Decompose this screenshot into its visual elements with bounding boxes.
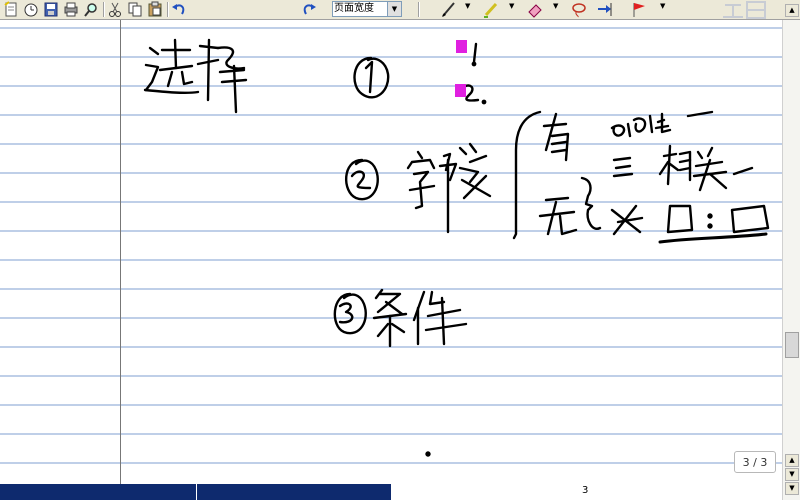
circled-number-3 bbox=[333, 292, 367, 335]
stray-dot bbox=[425, 451, 431, 457]
paste-icon[interactable] bbox=[146, 1, 164, 18]
scroll-up-icon[interactable]: ▲ bbox=[785, 454, 799, 467]
zoom-select-value: 页面宽度 bbox=[334, 3, 374, 14]
flag-icon[interactable] bbox=[630, 1, 648, 18]
timer-icon[interactable] bbox=[22, 1, 40, 18]
note-page[interactable] bbox=[0, 20, 782, 484]
toolbar-separator bbox=[103, 2, 105, 17]
cut-icon[interactable] bbox=[106, 1, 124, 18]
eraser-dropdown-icon[interactable]: ▼ bbox=[553, 3, 558, 10]
equal-sign bbox=[612, 156, 634, 178]
find-icon[interactable] bbox=[82, 1, 100, 18]
highlighter-icon[interactable] bbox=[482, 1, 500, 18]
handwriting-layer bbox=[143, 38, 770, 457]
box-pair bbox=[658, 204, 770, 244]
taskbar-left bbox=[0, 484, 196, 500]
page-counter: 3 / 3 bbox=[734, 451, 776, 473]
copy-icon[interactable] bbox=[126, 1, 144, 18]
list-dot-1 bbox=[471, 61, 477, 67]
new-note-icon[interactable] bbox=[2, 1, 20, 18]
scroll-up-icon[interactable]: ▲ bbox=[785, 4, 799, 17]
page-number: 3 bbox=[582, 485, 589, 496]
handwriting-tiaojian bbox=[372, 288, 468, 348]
crossed-mark bbox=[610, 204, 644, 236]
bullet-square-2 bbox=[455, 84, 466, 97]
pen-dropdown-icon[interactable]: ▼ bbox=[465, 3, 470, 10]
zoom-select[interactable]: 页面宽度 ▼ bbox=[332, 1, 402, 17]
scroll-thumb[interactable] bbox=[785, 332, 799, 358]
brace-left bbox=[512, 110, 542, 240]
page-down-icon[interactable]: ▼ bbox=[785, 482, 799, 495]
undo-icon[interactable] bbox=[170, 1, 188, 18]
redo-icon[interactable] bbox=[300, 1, 318, 18]
chevron-down-icon[interactable]: ▼ bbox=[785, 468, 799, 481]
vertical-scrollbar[interactable]: ▲ ▲ ▼ ▼ bbox=[782, 4, 800, 500]
save-icon[interactable] bbox=[42, 1, 60, 18]
circled-number-1 bbox=[353, 56, 390, 99]
list-dot-2 bbox=[481, 99, 487, 105]
eraser-icon[interactable] bbox=[526, 1, 544, 18]
circled-number-2 bbox=[344, 158, 379, 201]
toolbar: 页面宽度 ▼ ▼ ▼ ▼ ▼ bbox=[0, 0, 800, 20]
toolbar-separator bbox=[418, 2, 420, 17]
list-marker-1 bbox=[472, 42, 478, 64]
flag-dropdown-icon[interactable]: ▼ bbox=[660, 3, 665, 10]
brace-small bbox=[580, 176, 602, 230]
insert-space-icon[interactable] bbox=[596, 1, 614, 18]
handwriting-xuanze bbox=[143, 38, 248, 114]
handwriting-weiyi bbox=[610, 110, 714, 138]
handwriting-you bbox=[542, 112, 570, 162]
toolbar-separator bbox=[167, 2, 169, 17]
taskbar-middle bbox=[197, 484, 391, 500]
lasso-icon[interactable] bbox=[570, 1, 588, 18]
handwriting-wu bbox=[538, 196, 578, 236]
print-icon[interactable] bbox=[62, 1, 80, 18]
highlighter-dropdown-icon[interactable]: ▼ bbox=[509, 3, 514, 10]
chevron-down-icon[interactable]: ▼ bbox=[387, 2, 401, 16]
bullet-square-1 bbox=[456, 40, 467, 53]
handwriting-ziduan bbox=[406, 142, 492, 234]
pen-icon[interactable] bbox=[440, 1, 458, 18]
handwriting-xiangguan bbox=[658, 144, 754, 192]
